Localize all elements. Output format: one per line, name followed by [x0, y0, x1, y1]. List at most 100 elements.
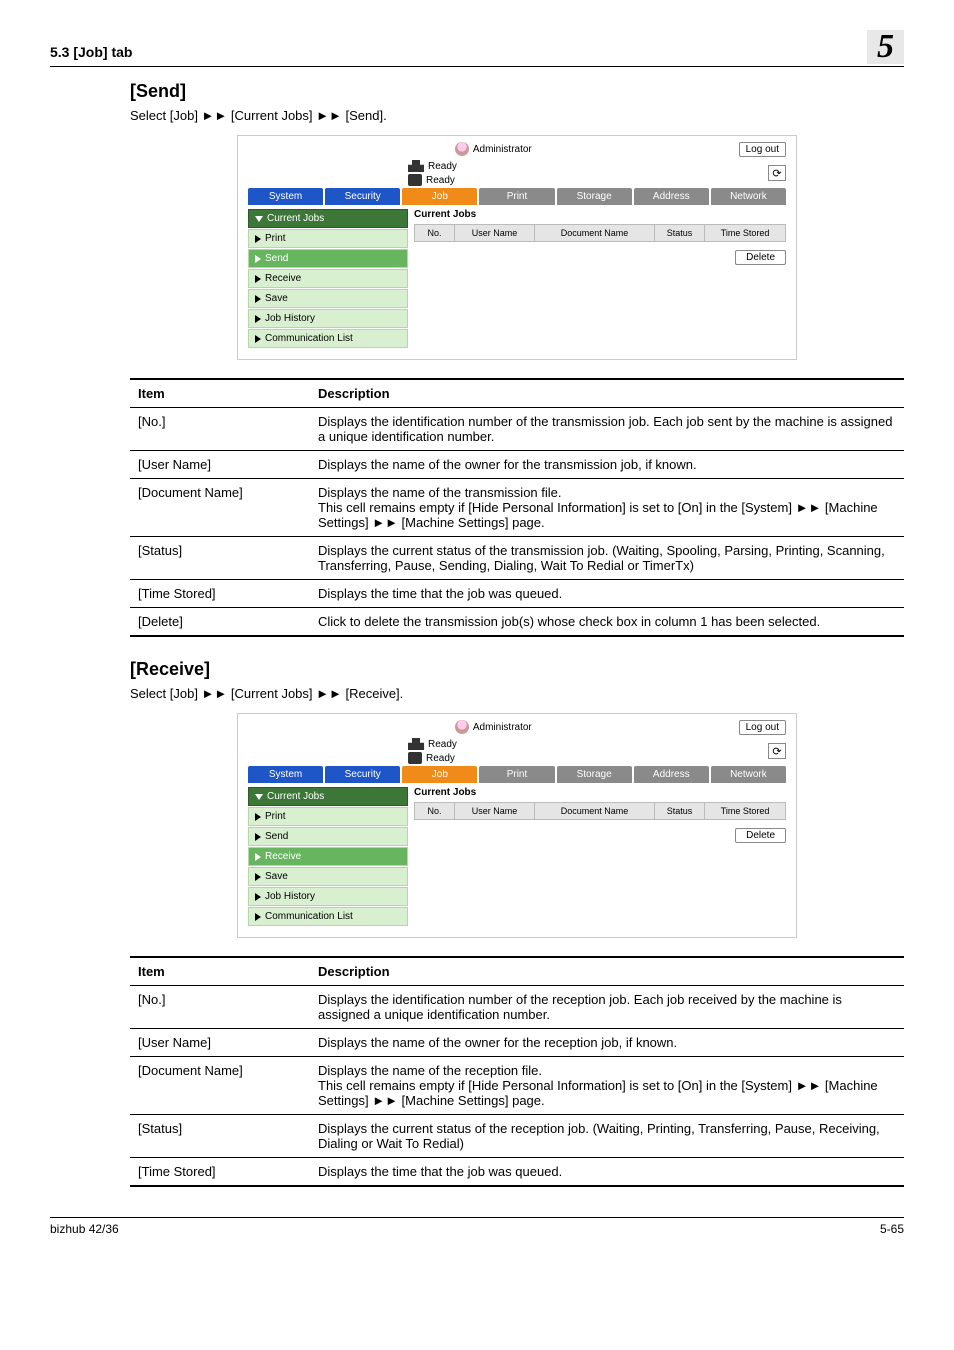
footer-model: bizhub 42/36 [50, 1222, 119, 1236]
main-title: Current Jobs [414, 787, 786, 798]
tab-system[interactable]: System [248, 766, 323, 783]
table-row: [Delete]Click to delete the transmission… [130, 608, 904, 637]
chevron-down-icon [255, 216, 263, 222]
item-cell: [Status] [130, 1115, 310, 1158]
main-title: Current Jobs [414, 209, 786, 220]
receive-instruction: Select [Job] ►► [Current Jobs] ►► [Recei… [130, 686, 904, 701]
admin-label: Administrator [473, 144, 532, 155]
logout-button[interactable]: Log out [739, 142, 786, 157]
table-row: [Time Stored]Displays the time that the … [130, 580, 904, 608]
sidebar-item-save[interactable]: Save [248, 867, 408, 886]
chevron-right-icon [255, 255, 261, 263]
admin-icon [455, 142, 469, 156]
col-doc: Document Name [535, 225, 655, 241]
send-th-item: Item [130, 379, 310, 408]
col-status: Status [655, 803, 705, 819]
item-cell: [Delete] [130, 608, 310, 637]
table-row: [User Name]Displays the name of the owne… [130, 1029, 904, 1057]
table-row: [Document Name]Displays the name of the … [130, 1057, 904, 1115]
table-row: [User Name]Displays the name of the owne… [130, 451, 904, 479]
receive-table: Item Description [No.]Displays the ident… [130, 956, 904, 1187]
send-table: Item Description [No.]Displays the ident… [130, 378, 904, 637]
delete-button[interactable]: Delete [735, 828, 786, 843]
table-row: [Time Stored]Displays the time that the … [130, 1158, 904, 1187]
tab-print[interactable]: Print [479, 766, 554, 783]
tab-address[interactable]: Address [634, 188, 709, 205]
ready-label-1: Ready [428, 161, 457, 172]
tab-print[interactable]: Print [479, 188, 554, 205]
chevron-right-icon [255, 893, 261, 901]
chevron-right-icon [255, 315, 261, 323]
tab-security[interactable]: Security [325, 766, 400, 783]
table-row: [Status]Displays the current status of t… [130, 1115, 904, 1158]
table-row: [No.]Displays the identification number … [130, 986, 904, 1029]
delete-button[interactable]: Delete [735, 250, 786, 265]
ready-label-2: Ready [426, 753, 455, 764]
chevron-right-icon [255, 335, 261, 343]
sidebar-current-jobs[interactable]: Current Jobs [248, 787, 408, 806]
tab-network[interactable]: Network [711, 188, 786, 205]
tab-job[interactable]: Job [402, 766, 477, 783]
tab-system[interactable]: System [248, 188, 323, 205]
desc-cell: Displays the identification number of th… [310, 986, 904, 1029]
admin-label: Administrator [473, 722, 532, 733]
send-instruction: Select [Job] ►► [Current Jobs] ►► [Send]… [130, 108, 904, 123]
refresh-button[interactable]: ⟳ [768, 165, 786, 181]
table-row: [Status]Displays the current status of t… [130, 537, 904, 580]
desc-cell: Displays the current status of the recep… [310, 1115, 904, 1158]
chevron-right-icon [255, 873, 261, 881]
chapter-number: 5 [867, 30, 904, 64]
sidebar-current-jobs[interactable]: Current Jobs [248, 209, 408, 228]
col-time: Time Stored [705, 803, 785, 819]
tab-network[interactable]: Network [711, 766, 786, 783]
item-cell: [Status] [130, 537, 310, 580]
tab-address[interactable]: Address [634, 766, 709, 783]
receive-th-desc: Description [310, 957, 904, 986]
desc-cell: Click to delete the transmission job(s) … [310, 608, 904, 637]
sidebar-item-comm[interactable]: Communication List [248, 329, 408, 348]
col-status: Status [655, 225, 705, 241]
tab-job[interactable]: Job [402, 188, 477, 205]
sidebar-item-send[interactable]: Send [248, 827, 408, 846]
printer-icon [408, 738, 424, 750]
desc-cell: Displays the time that the job was queue… [310, 1158, 904, 1187]
tab-security[interactable]: Security [325, 188, 400, 205]
sidebar-item-receive[interactable]: Receive [248, 269, 408, 288]
desc-cell: Displays the name of the transmission fi… [310, 479, 904, 537]
sidebar-item-print[interactable]: Print [248, 807, 408, 826]
desc-cell: Displays the name of the reception file.… [310, 1057, 904, 1115]
sidebar-item-comm[interactable]: Communication List [248, 907, 408, 926]
sidebar-item-print[interactable]: Print [248, 229, 408, 248]
desc-cell: Displays the name of the owner for the t… [310, 451, 904, 479]
toner-icon [408, 752, 422, 764]
desc-cell: Displays the current status of the trans… [310, 537, 904, 580]
send-heading: [Send] [130, 81, 904, 102]
admin-icon [455, 720, 469, 734]
receive-th-item: Item [130, 957, 310, 986]
col-doc: Document Name [535, 803, 655, 819]
table-row: [Document Name]Displays the name of the … [130, 479, 904, 537]
tab-storage[interactable]: Storage [557, 188, 632, 205]
sidebar-item-history[interactable]: Job History [248, 887, 408, 906]
grid-header: No. User Name Document Name Status Time … [414, 802, 786, 820]
logout-button[interactable]: Log out [739, 720, 786, 735]
sidebar-item-receive[interactable]: Receive [248, 847, 408, 866]
page-header: 5.3 [Job] tab 5 [50, 30, 904, 67]
item-cell: [Time Stored] [130, 580, 310, 608]
toner-icon [408, 174, 422, 186]
col-time: Time Stored [705, 225, 785, 241]
send-screenshot: Administrator Log out Ready Ready ⟳ Syst… [237, 135, 797, 360]
sidebar-item-send[interactable]: Send [248, 249, 408, 268]
chevron-right-icon [255, 235, 261, 243]
desc-cell: Displays the identification number of th… [310, 408, 904, 451]
chevron-right-icon [255, 275, 261, 283]
tab-storage[interactable]: Storage [557, 766, 632, 783]
grid-header: No. User Name Document Name Status Time … [414, 224, 786, 242]
chevron-right-icon [255, 833, 261, 841]
refresh-button[interactable]: ⟳ [768, 743, 786, 759]
sidebar-item-history[interactable]: Job History [248, 309, 408, 328]
item-cell: [No.] [130, 986, 310, 1029]
chevron-down-icon [255, 794, 263, 800]
receive-screenshot: Administrator Log out Ready Ready ⟳ Syst… [237, 713, 797, 938]
sidebar-item-save[interactable]: Save [248, 289, 408, 308]
